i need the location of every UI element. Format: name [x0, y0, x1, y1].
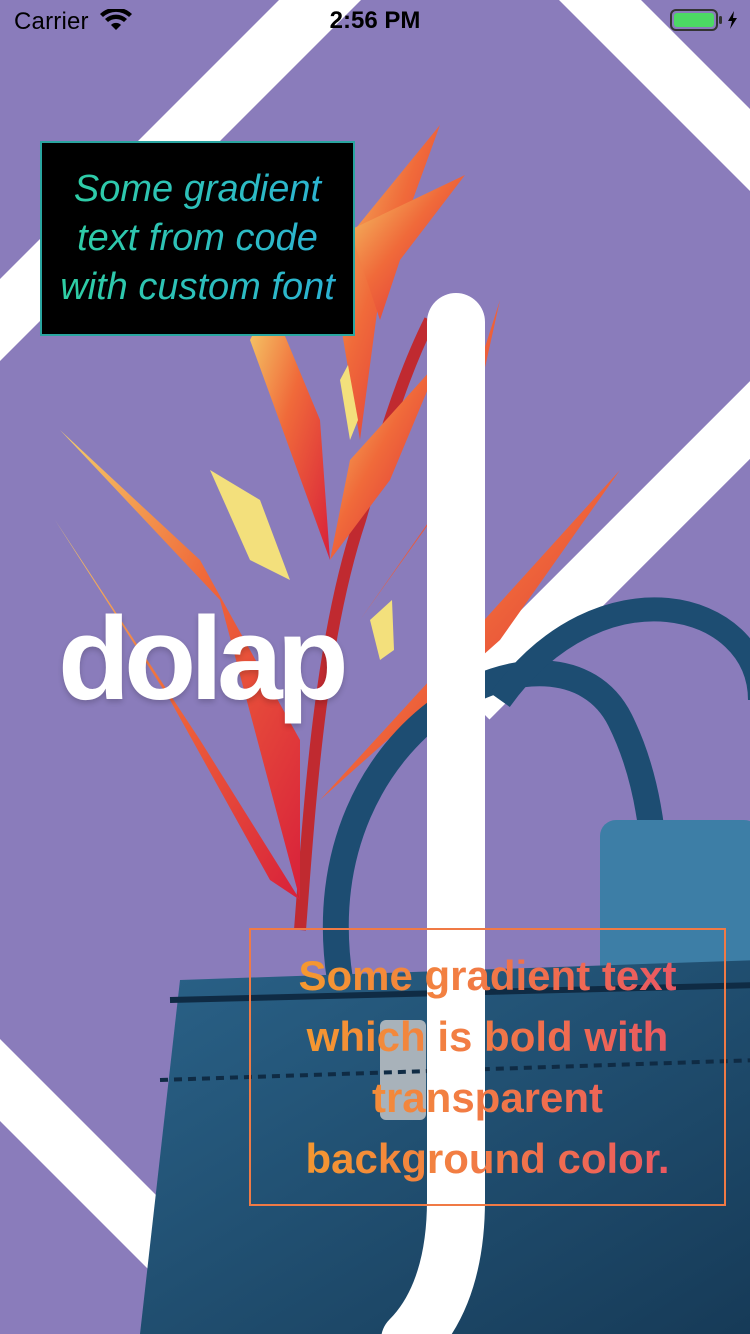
gradient-label-custom-font: Some gradient text from code with custom…: [40, 141, 355, 336]
gradient-label-custom-font-text: Some gradient text from code with custom…: [42, 165, 353, 312]
dolap-logo: dolap: [58, 593, 349, 725]
status-bar: Carrier 2:56 PM: [0, 0, 750, 40]
gradient-label-bold-transparent: Some gradient text which is bold with tr…: [249, 928, 726, 1206]
clock: 2:56 PM: [329, 7, 421, 34]
gradient-label-bold-transparent-text: Some gradient text which is bold with tr…: [251, 945, 724, 1189]
battery-charging-icon: [670, 9, 737, 31]
screen: Carrier 2:56 PM Some gradient text from …: [0, 0, 750, 1334]
